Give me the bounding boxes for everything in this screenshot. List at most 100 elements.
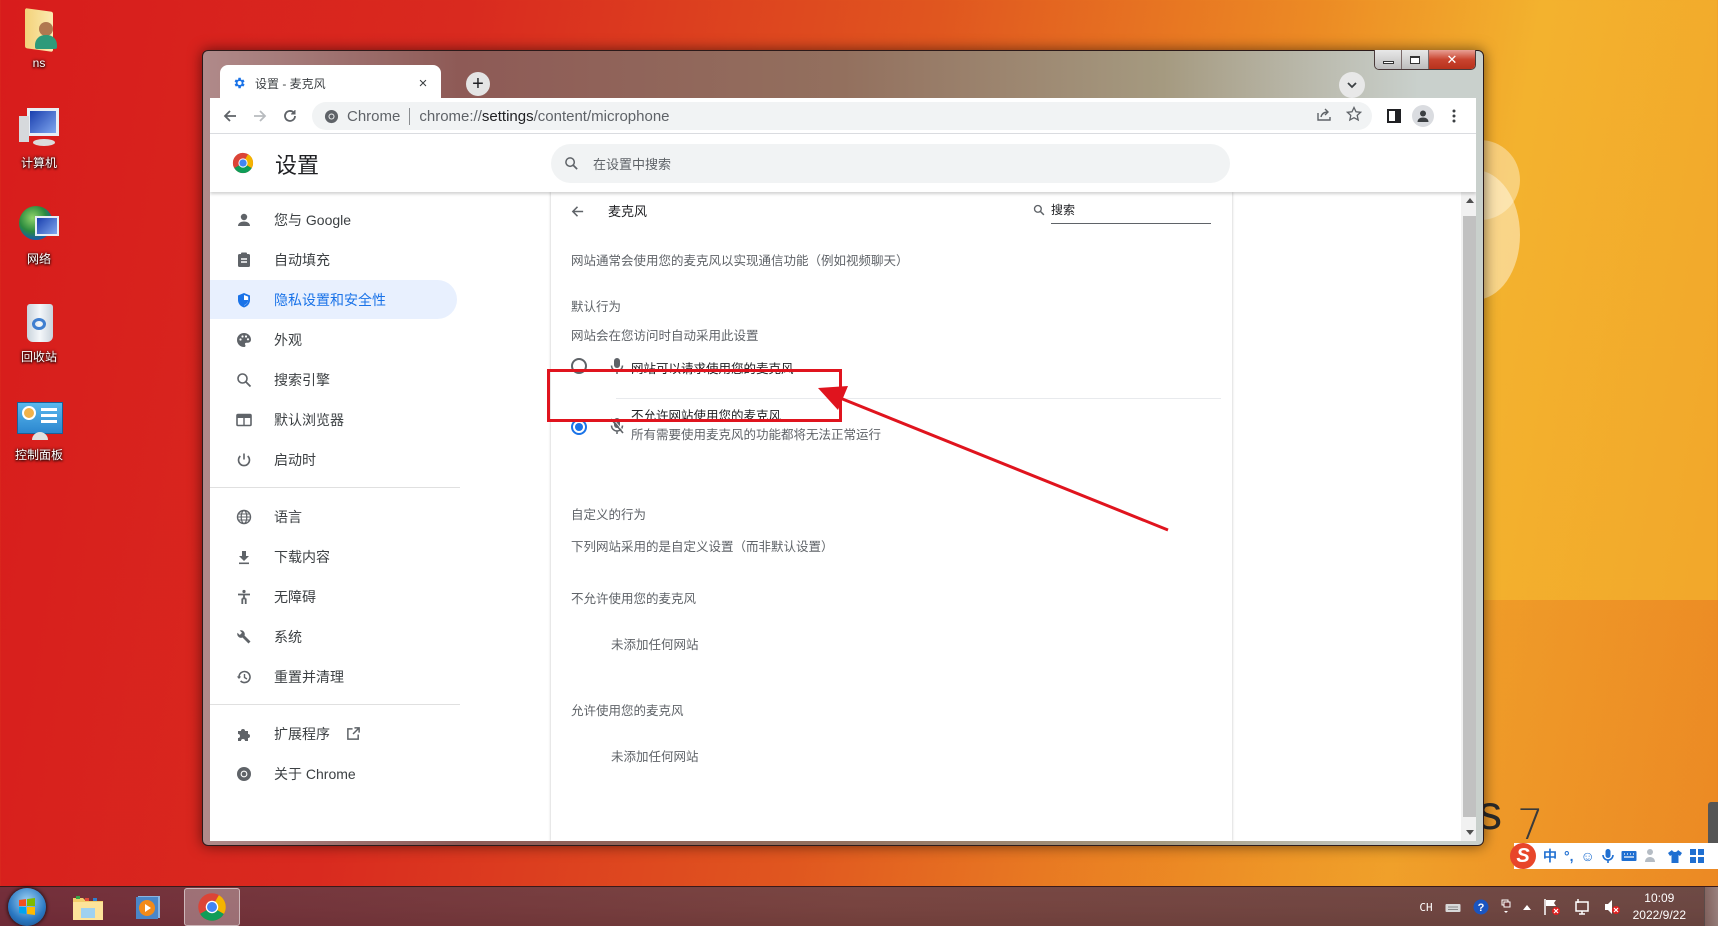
arrow-left-icon [571, 205, 583, 217]
desktop-icon-computer[interactable]: 计算机 [8, 106, 70, 171]
reload-icon [284, 110, 296, 122]
toolbox-grid-icon[interactable] [1689, 849, 1704, 863]
settings-header: 设置 在设置中搜索 [210, 134, 1476, 192]
browser-client: 设置 - 麦克风 × + Chrome chrome://settings/co… [209, 61, 1477, 841]
arrow-left-icon [223, 110, 236, 122]
settings-search-input[interactable]: 在设置中搜索 [551, 144, 1230, 183]
network-status-icon[interactable] [1573, 898, 1591, 916]
scrollbar-thumb[interactable] [1463, 216, 1476, 817]
download-icon [234, 547, 254, 567]
allowed-sites-empty: 未添加任何网站 [611, 750, 699, 764]
keyboard-icon[interactable] [1621, 850, 1637, 862]
action-center-flag-icon[interactable] [1543, 898, 1561, 916]
sidebar-item-default-browser[interactable]: 默认浏览器 [210, 400, 457, 439]
scroll-up-button[interactable] [1461, 192, 1476, 209]
show-hidden-icons-button[interactable] [1522, 904, 1531, 910]
sidebar-item-privacy-security[interactable]: 隐私设置和安全性 [210, 280, 457, 319]
taskbar-media-player[interactable] [120, 888, 176, 926]
bookmark-star-icon[interactable] [1346, 106, 1362, 122]
tab-search-button[interactable] [1339, 72, 1365, 98]
desktop-icon-control-panel[interactable]: 控制面板 [8, 398, 70, 463]
accessibility-icon [234, 587, 254, 607]
subpage-search-input[interactable]: 搜索 [1033, 196, 1213, 224]
address-bar[interactable]: Chrome chrome://settings/content/microph… [312, 102, 1372, 130]
sidebar-item-appearance[interactable]: 外观 [210, 320, 457, 359]
default-behavior-heading: 默认行为 [571, 300, 622, 314]
tab-title: 设置 - 麦克风 [255, 76, 326, 91]
emoji-icon[interactable]: ☺ [1581, 848, 1595, 864]
keyboard-icon[interactable] [1445, 901, 1461, 913]
language-indicator[interactable]: CH [1419, 901, 1432, 914]
desktop-icon-network[interactable]: 网络 [8, 202, 70, 267]
sidebar-item-system[interactable]: 系统 [210, 617, 457, 656]
page-scrollbar[interactable] [1461, 192, 1476, 841]
subpage-title: 麦克风 [608, 204, 648, 219]
option-sublabel: 所有需要使用麦克风的功能都将无法正常运行 [631, 428, 882, 442]
share-icon[interactable] [1316, 106, 1332, 122]
sidebar-item-search-engine[interactable]: 搜索引擎 [210, 360, 457, 399]
url-text: chrome://settings/content/microphone [419, 108, 669, 125]
annotation-highlight-box [547, 369, 842, 422]
media-player-icon [136, 896, 160, 919]
volume-muted-icon[interactable] [1603, 898, 1621, 916]
reload-button[interactable] [278, 104, 302, 128]
chrome-window: ✕ 设置 - 麦克风 × + Chrome chrome://settings/… [202, 50, 1484, 846]
sidebar-item-you-and-google[interactable]: 您与 Google [210, 200, 457, 239]
network-icon [17, 202, 61, 246]
windows-logo-icon [19, 898, 35, 915]
ime-mode-toggle[interactable]: 中 [1543, 846, 1557, 866]
site-label: Chrome [347, 107, 401, 125]
sidebar-item-label: 搜索引擎 [274, 371, 330, 388]
new-tab-button[interactable]: + [466, 72, 490, 96]
system-clock[interactable]: 10:09 2022/9/22 [1633, 890, 1686, 924]
taskbar-explorer[interactable] [60, 888, 116, 926]
sogou-logo-icon[interactable]: S [1510, 843, 1536, 869]
svg-text:?: ? [1477, 902, 1484, 914]
forward-button[interactable] [248, 104, 272, 128]
blocked-sites-empty: 未添加任何网站 [611, 638, 699, 652]
sidebar-item-label: 您与 Google [274, 211, 352, 228]
help-icon[interactable]: ? [1473, 899, 1489, 915]
tab-close-button[interactable]: × [415, 75, 431, 92]
sidebar-item-downloads[interactable]: 下载内容 [210, 537, 457, 576]
restore-window-icon[interactable] [1501, 899, 1511, 915]
ime-punctuation-toggle[interactable]: °, [1564, 848, 1574, 864]
sidebar-item-on-startup[interactable]: 启动时 [210, 440, 457, 479]
search-placeholder: 在设置中搜索 [593, 157, 672, 172]
sidebar-divider [210, 487, 460, 488]
profile-button[interactable] [1411, 104, 1435, 128]
sidebar-item-autofill[interactable]: 自动填充 [210, 240, 457, 279]
chrome-icon [324, 109, 339, 123]
custom-behavior-subtitle: 下列网站采用的是自定义设置（而非默认设置） [571, 540, 834, 554]
sidebar-item-about-chrome[interactable]: 关于 Chrome [210, 754, 457, 793]
microphone-icon[interactable] [1601, 848, 1614, 864]
user-service-icon[interactable] [1644, 848, 1660, 864]
taskbar: CH ? 10:09 2022/9/22 [0, 886, 1718, 926]
back-button[interactable] [218, 104, 242, 128]
custom-behavior-heading: 自定义的行为 [571, 508, 647, 522]
back-button[interactable] [566, 200, 588, 222]
menu-button[interactable] [1442, 104, 1466, 128]
person-icon [1417, 110, 1429, 122]
scroll-down-button[interactable] [1461, 824, 1476, 841]
chevron-down-icon [1347, 82, 1357, 89]
sidebar-item-accessibility[interactable]: 无障碍 [210, 577, 457, 616]
tab-settings-microphone[interactable]: 设置 - 麦克风 × [220, 65, 441, 101]
desktop-icon-ns[interactable]: ns [8, 8, 70, 70]
taskbar-chrome[interactable] [184, 888, 240, 926]
skin-shirt-icon[interactable] [1667, 849, 1683, 864]
clipboard-icon [234, 250, 254, 270]
sidebar-item-extensions[interactable]: 扩展程序 [210, 714, 457, 753]
sidebar-item-label: 下载内容 [274, 548, 330, 565]
shield-icon [234, 290, 254, 310]
sidebar-item-label: 外观 [274, 331, 302, 348]
sidebar-item-reset[interactable]: 重置并清理 [210, 657, 457, 696]
sidebar-item-languages[interactable]: 语言 [210, 497, 457, 536]
desktop-icon-recycle-bin[interactable]: 回收站 [8, 300, 70, 365]
show-desktop-button[interactable] [1704, 887, 1718, 926]
side-panel-button[interactable] [1382, 104, 1406, 128]
microphone-description: 网站通常会使用您的麦克风以实现通信功能（例如视频聊天） [571, 254, 909, 268]
history-reset-icon [234, 667, 254, 687]
page-title: 设置 [275, 153, 320, 178]
start-button[interactable] [8, 888, 46, 926]
